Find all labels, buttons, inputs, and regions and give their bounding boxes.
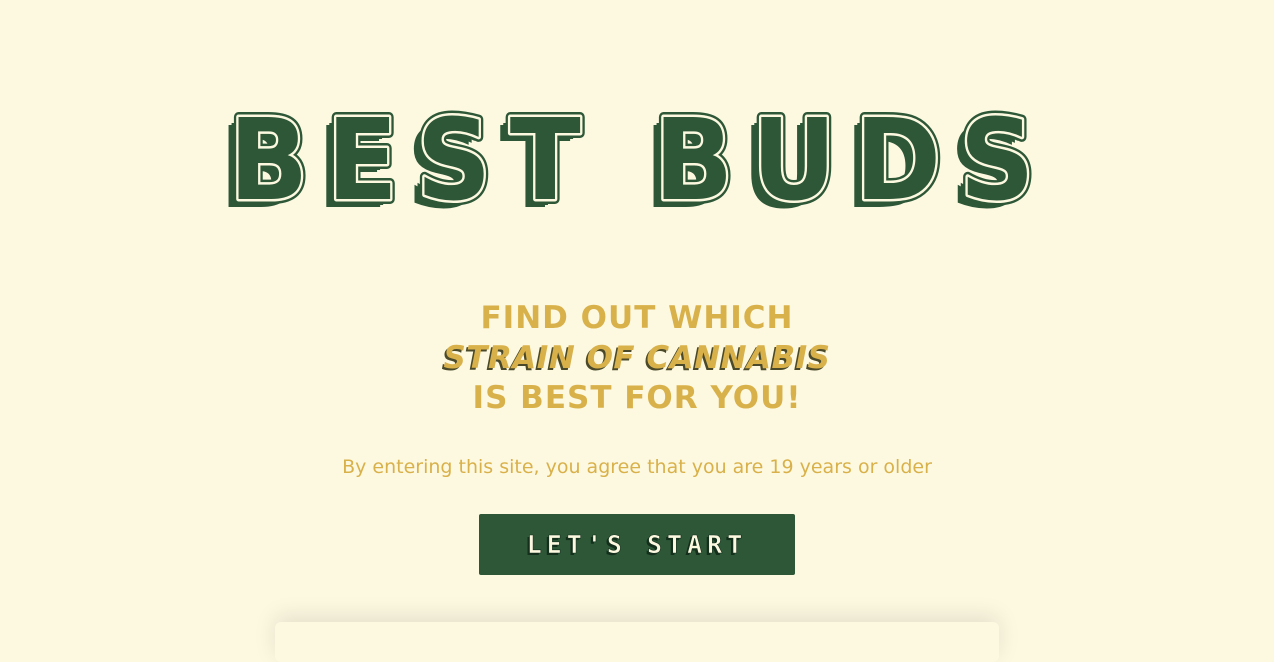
brand-title: BEST BUDS bbox=[229, 105, 1053, 226]
lets-start-button-label: LET'S START bbox=[526, 530, 748, 560]
tagline: FIND OUT WHICH STRAIN OF CANNABIS IS BES… bbox=[0, 298, 1274, 418]
brand-logo: BEST BUDS BEST BUDS BEST BUDS BEST BUDS … bbox=[0, 105, 1274, 235]
lets-start-button[interactable]: LET'S START bbox=[479, 514, 795, 575]
tagline-line-3: IS BEST FOR YOU! bbox=[472, 380, 802, 416]
tagline-line-1: FIND OUT WHICH bbox=[480, 300, 794, 336]
content-card-edge bbox=[275, 622, 999, 662]
tagline-line-2: STRAIN OF CANNABIS bbox=[443, 340, 831, 376]
age-disclaimer: By entering this site, you agree that yo… bbox=[342, 456, 932, 478]
brand-logo-wordmark: BEST BUDS BEST BUDS BEST BUDS BEST BUDS … bbox=[219, 105, 1053, 234]
landing-page: BEST BUDS BEST BUDS BEST BUDS BEST BUDS … bbox=[0, 0, 1274, 662]
